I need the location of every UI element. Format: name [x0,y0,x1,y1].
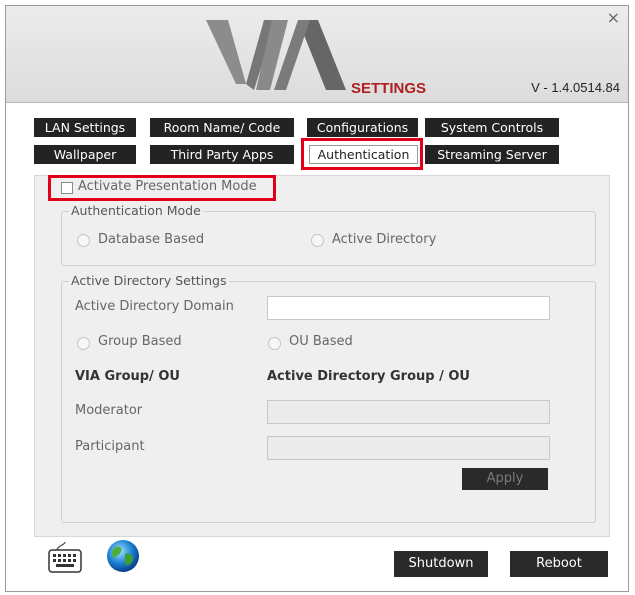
ad-domain-input[interactable] [267,296,550,320]
participant-label: Participant [75,439,145,454]
auth-mode-legend: Authentication Mode [69,203,203,218]
active-directory-radio[interactable] [311,234,324,247]
tab-wallpaper[interactable]: Wallpaper [34,145,136,164]
ad-domain-label: Active Directory Domain [75,299,234,314]
via-group-ou-header: VIA Group/ OU [75,369,180,384]
keyboard-icon[interactable] [47,540,83,574]
version-label: V - 1.4.0514.84 [531,80,620,95]
tab-third-party-apps[interactable]: Third Party Apps [150,145,294,164]
database-based-label: Database Based [98,232,205,247]
tab-system-controls[interactable]: System Controls [425,118,559,137]
header-banner: SETTINGS V - 1.4.0514.84 × [6,6,628,103]
presentation-mode-label[interactable]: Activate Presentation Mode [78,179,257,194]
settings-label: SETTINGS [351,80,427,97]
ou-based-radio[interactable] [268,337,281,350]
active-directory-label: Active Directory [332,232,437,247]
apply-button[interactable]: Apply [462,468,548,490]
tab-room-name-code[interactable]: Room Name/ Code [150,118,294,137]
reboot-button[interactable]: Reboot [510,551,608,577]
tab-configurations[interactable]: Configurations [307,118,418,137]
tab-lan-settings[interactable]: LAN Settings [34,118,136,137]
ad-group-ou-header: Active Directory Group / OU [267,369,470,384]
moderator-label: Moderator [75,403,143,418]
close-icon[interactable]: × [607,8,620,27]
via-logo [206,20,346,90]
moderator-input[interactable] [267,400,550,424]
ou-based-label: OU Based [289,334,353,349]
shutdown-button[interactable]: Shutdown [394,551,488,577]
group-based-radio[interactable] [77,337,90,350]
ad-settings-legend: Active Directory Settings [69,273,229,288]
database-based-radio[interactable] [77,234,90,247]
presentation-mode-checkbox[interactable] [61,182,73,194]
globe-icon[interactable] [105,538,141,574]
group-based-label: Group Based [98,334,182,349]
participant-input[interactable] [267,436,550,460]
tab-authentication[interactable]: Authentication [309,145,418,164]
tab-streaming-server[interactable]: Streaming Server [425,145,559,164]
